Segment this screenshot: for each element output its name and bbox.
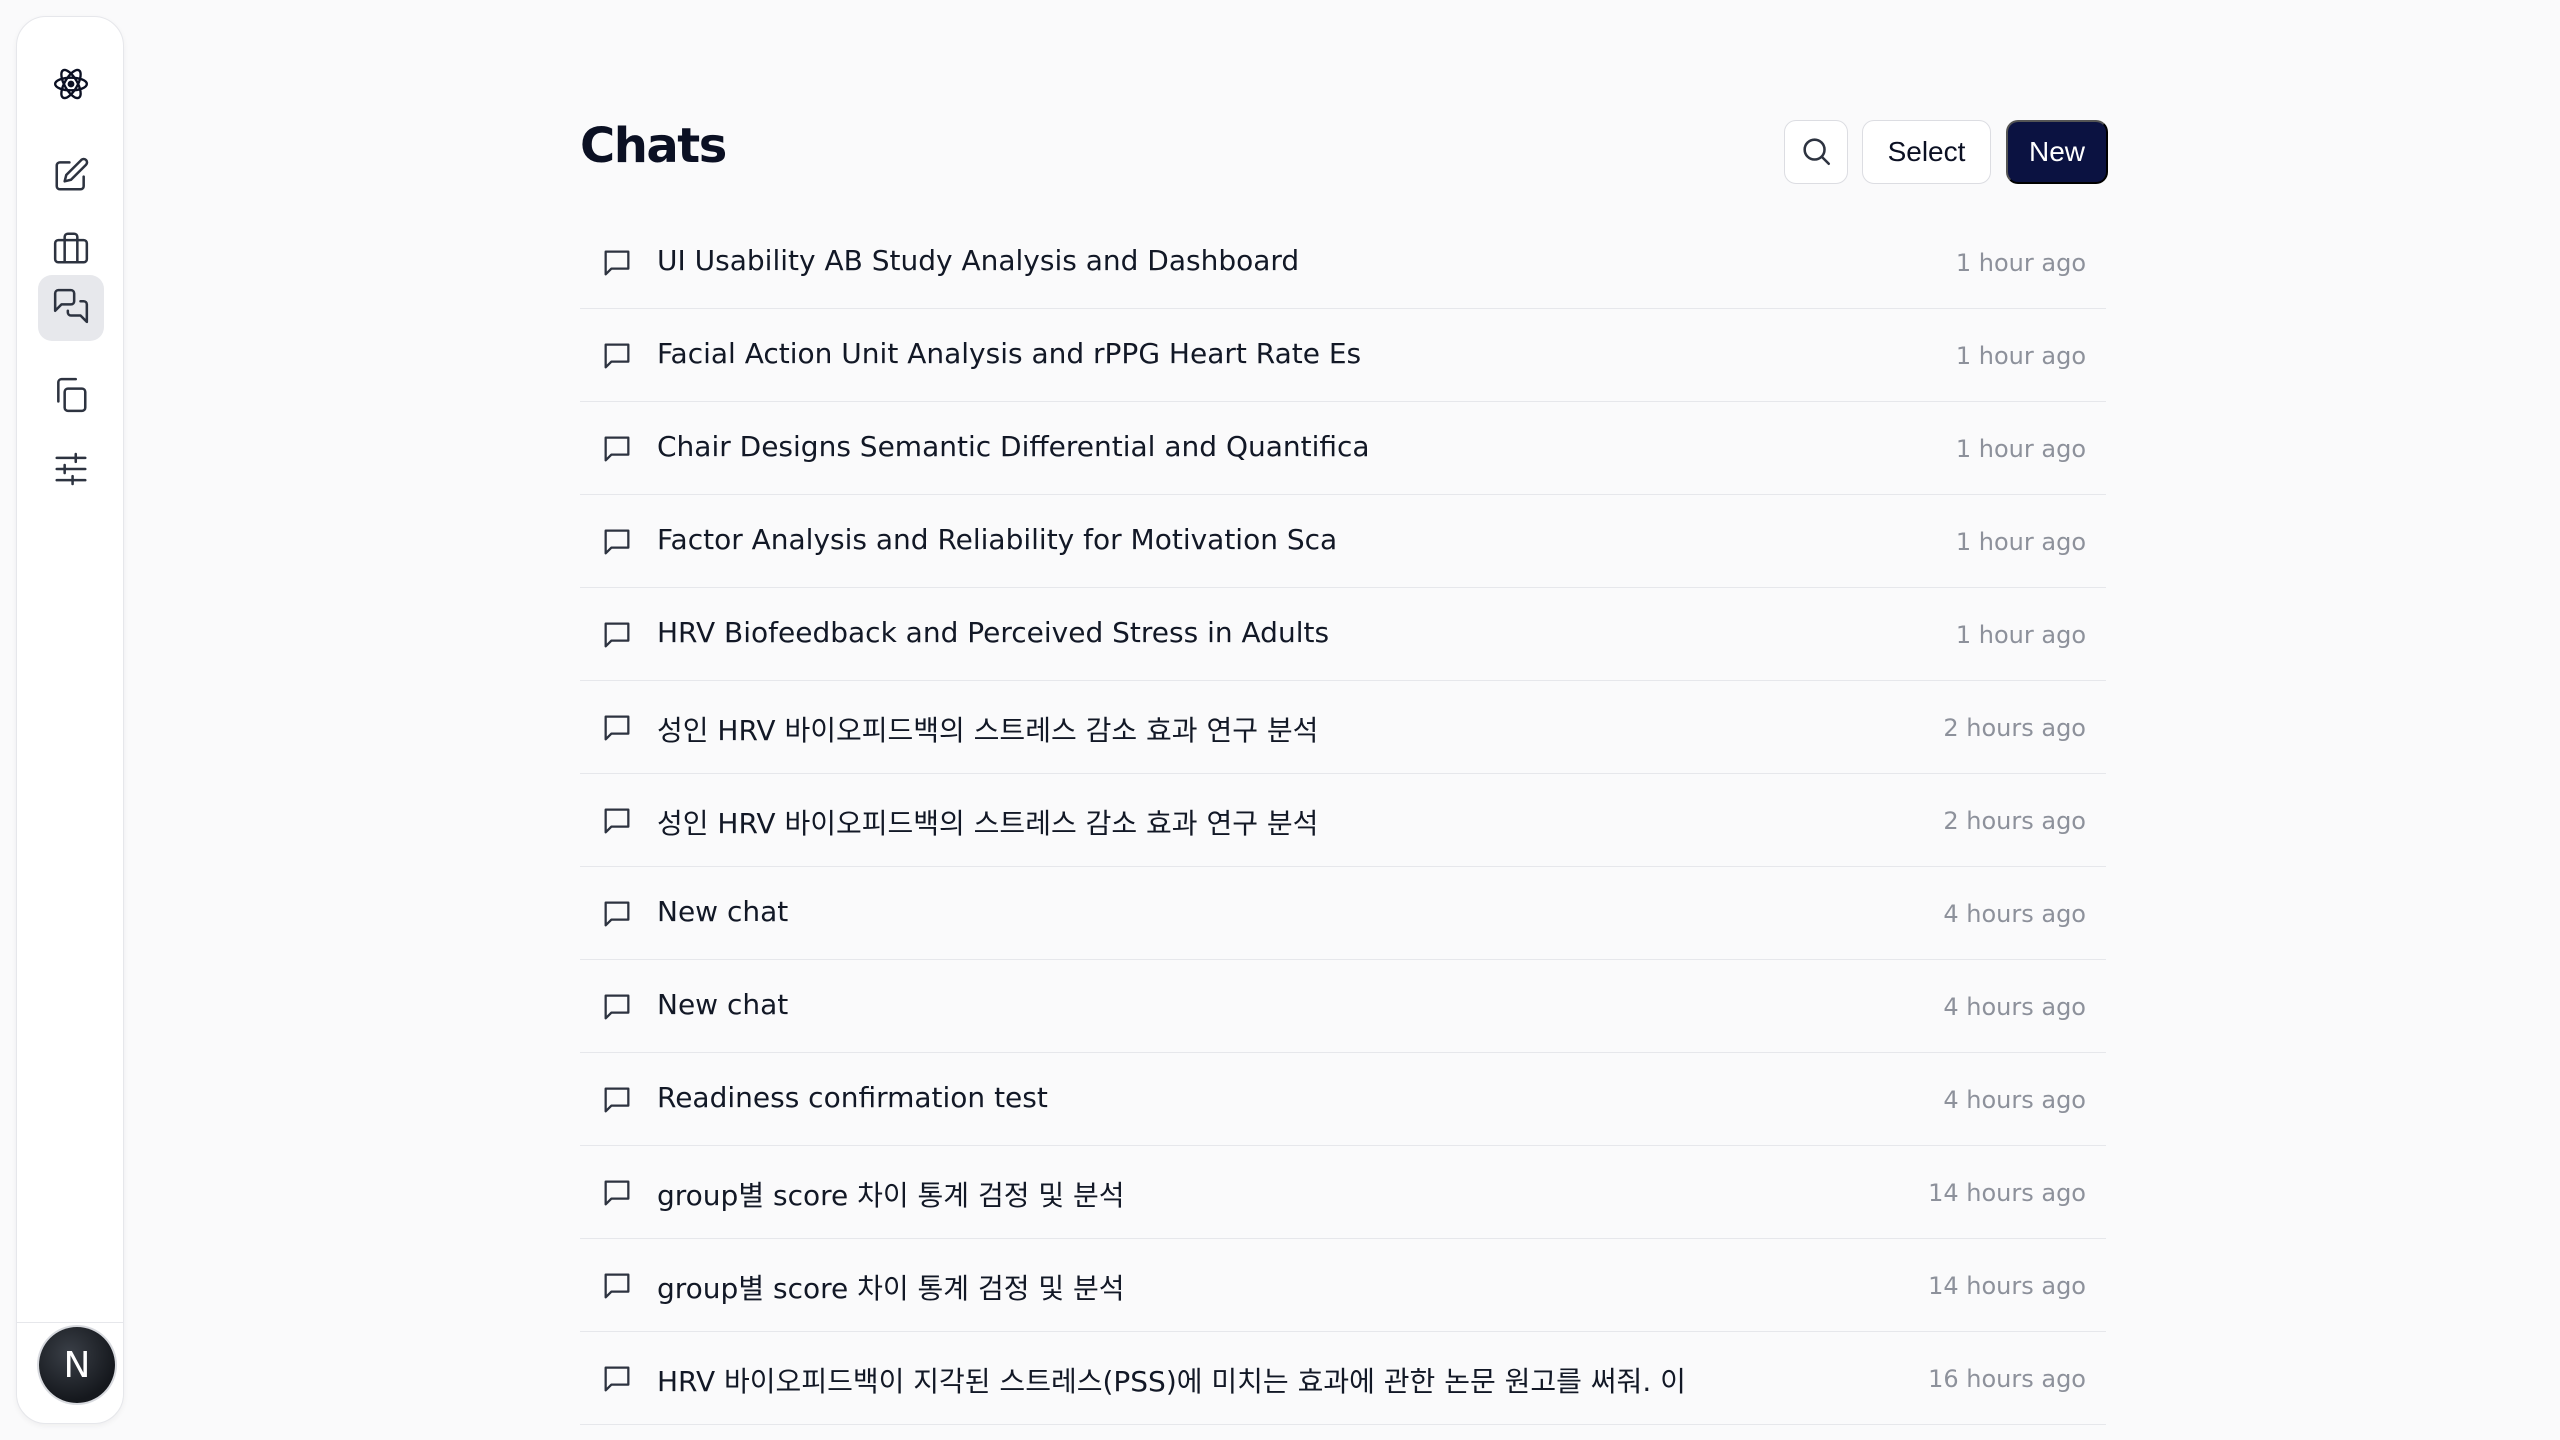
message-icon xyxy=(600,246,634,280)
sidebar: N xyxy=(16,16,124,1424)
message-icon xyxy=(600,339,634,373)
chat-timestamp: 4 hours ago xyxy=(1943,993,2086,1021)
chat-list-item[interactable]: Factor Analysis and Reliability for Moti… xyxy=(580,495,2106,588)
chat-timestamp: 1 hour ago xyxy=(1955,528,2086,556)
chat-timestamp: 14 hours ago xyxy=(1928,1179,2086,1207)
briefcase-icon xyxy=(52,229,90,271)
message-icon xyxy=(600,990,634,1024)
message-icon xyxy=(600,1083,634,1117)
settings-nav-button[interactable] xyxy=(38,438,104,504)
message-icon xyxy=(600,432,634,466)
projects-nav-button[interactable] xyxy=(38,217,104,283)
chat-list-item[interactable]: group별 score 차이 통계 검정 및 분석 14 hours ago xyxy=(580,1146,2106,1239)
chat-timestamp: 2 hours ago xyxy=(1943,807,2086,835)
chat-timestamp: 1 hour ago xyxy=(1955,621,2086,649)
select-button[interactable]: Select xyxy=(1862,120,1991,184)
avatar[interactable]: N xyxy=(39,1327,115,1403)
documents-nav-button[interactable] xyxy=(38,364,104,430)
search-button[interactable] xyxy=(1784,120,1848,184)
chat-timestamp: 1 hour ago xyxy=(1955,342,2086,370)
message-icon xyxy=(600,618,634,652)
chat-title: New chat xyxy=(657,895,789,928)
chat-list-item[interactable]: 성인 HRV 바이오피드백의 스트레스 감소 효과 연구 분석 2 hours a… xyxy=(580,681,2106,774)
message-icon xyxy=(600,711,634,745)
new-chat-nav-button[interactable] xyxy=(38,144,104,210)
chat-title: 성인 HRV 바이오피드백의 스트레스 감소 효과 연구 분석 xyxy=(657,714,1319,747)
chat-title: HRV 바이오피드백이 지각된 스트레스(PSS)에 미치는 효과에 관한 논문… xyxy=(657,1365,1686,1398)
chat-timestamp: 14 hours ago xyxy=(1928,1272,2086,1300)
chat-title: HRV Biofeedback and Perceived Stress in … xyxy=(657,616,1330,649)
chat-list: UI Usability AB Study Analysis and Dashb… xyxy=(580,216,2106,1425)
chat-timestamp: 16 hours ago xyxy=(1928,1365,2086,1393)
chat-list-item[interactable]: HRV Biofeedback and Perceived Stress in … xyxy=(580,588,2106,681)
atom-icon xyxy=(52,65,90,107)
chat-list-item[interactable]: HRV 바이오피드백이 지각된 스트레스(PSS)에 미치는 효과에 관한 논문… xyxy=(580,1332,2106,1425)
chat-title: UI Usability AB Study Analysis and Dashb… xyxy=(657,244,1300,277)
message-icon xyxy=(600,1176,634,1210)
chat-timestamp: 1 hour ago xyxy=(1955,435,2086,463)
chat-list-item[interactable]: New chat 4 hours ago xyxy=(580,867,2106,960)
chat-title: 성인 HRV 바이오피드백의 스트레스 감소 효과 연구 분석 xyxy=(657,807,1319,840)
chat-title: group별 score 차이 통계 검정 및 분석 xyxy=(657,1179,1125,1212)
chat-title: group별 score 차이 통계 검정 및 분석 xyxy=(657,1272,1125,1305)
new-chat-button[interactable]: New xyxy=(2006,120,2108,184)
chat-list-item[interactable]: 성인 HRV 바이오피드백의 스트레스 감소 효과 연구 분석 2 hours a… xyxy=(580,774,2106,867)
message-icon xyxy=(600,804,634,838)
sidebar-divider xyxy=(17,1322,123,1323)
chat-list-item[interactable]: Readiness confirmation test 4 hours ago xyxy=(580,1053,2106,1146)
chat-timestamp: 1 hour ago xyxy=(1955,249,2086,277)
copy-icon xyxy=(52,376,90,418)
chat-title: New chat xyxy=(657,988,789,1021)
avatar-letter: N xyxy=(63,1344,91,1386)
chat-title: Readiness confirmation test xyxy=(657,1081,1048,1114)
chat-list-item[interactable]: Chair Designs Semantic Differential and … xyxy=(580,402,2106,495)
logo-button[interactable] xyxy=(38,53,104,119)
page-title: Chats xyxy=(580,118,727,174)
chat-list-item[interactable]: Facial Action Unit Analysis and rPPG Hea… xyxy=(580,309,2106,402)
chat-timestamp: 4 hours ago xyxy=(1943,900,2086,928)
chat-timestamp: 2 hours ago xyxy=(1943,714,2086,742)
chats-nav-button[interactable] xyxy=(38,275,104,341)
message-icon xyxy=(600,1362,634,1396)
message-icon xyxy=(600,897,634,931)
chat-title: Chair Designs Semantic Differential and … xyxy=(657,430,1370,463)
search-icon xyxy=(1799,134,1833,171)
message-icon xyxy=(600,1269,634,1303)
chat-list-item[interactable]: New chat 4 hours ago xyxy=(580,960,2106,1053)
chat-list-item[interactable]: group별 score 차이 통계 검정 및 분석 14 hours ago xyxy=(580,1239,2106,1332)
chat-timestamp: 4 hours ago xyxy=(1943,1086,2086,1114)
sliders-icon xyxy=(52,450,90,492)
message-icon xyxy=(600,525,634,559)
chats-icon xyxy=(52,287,90,329)
chat-title: Facial Action Unit Analysis and rPPG Hea… xyxy=(657,337,1362,370)
chat-title: Factor Analysis and Reliability for Moti… xyxy=(657,523,1338,556)
edit-icon xyxy=(52,156,90,198)
chat-list-item[interactable]: UI Usability AB Study Analysis and Dashb… xyxy=(580,216,2106,309)
